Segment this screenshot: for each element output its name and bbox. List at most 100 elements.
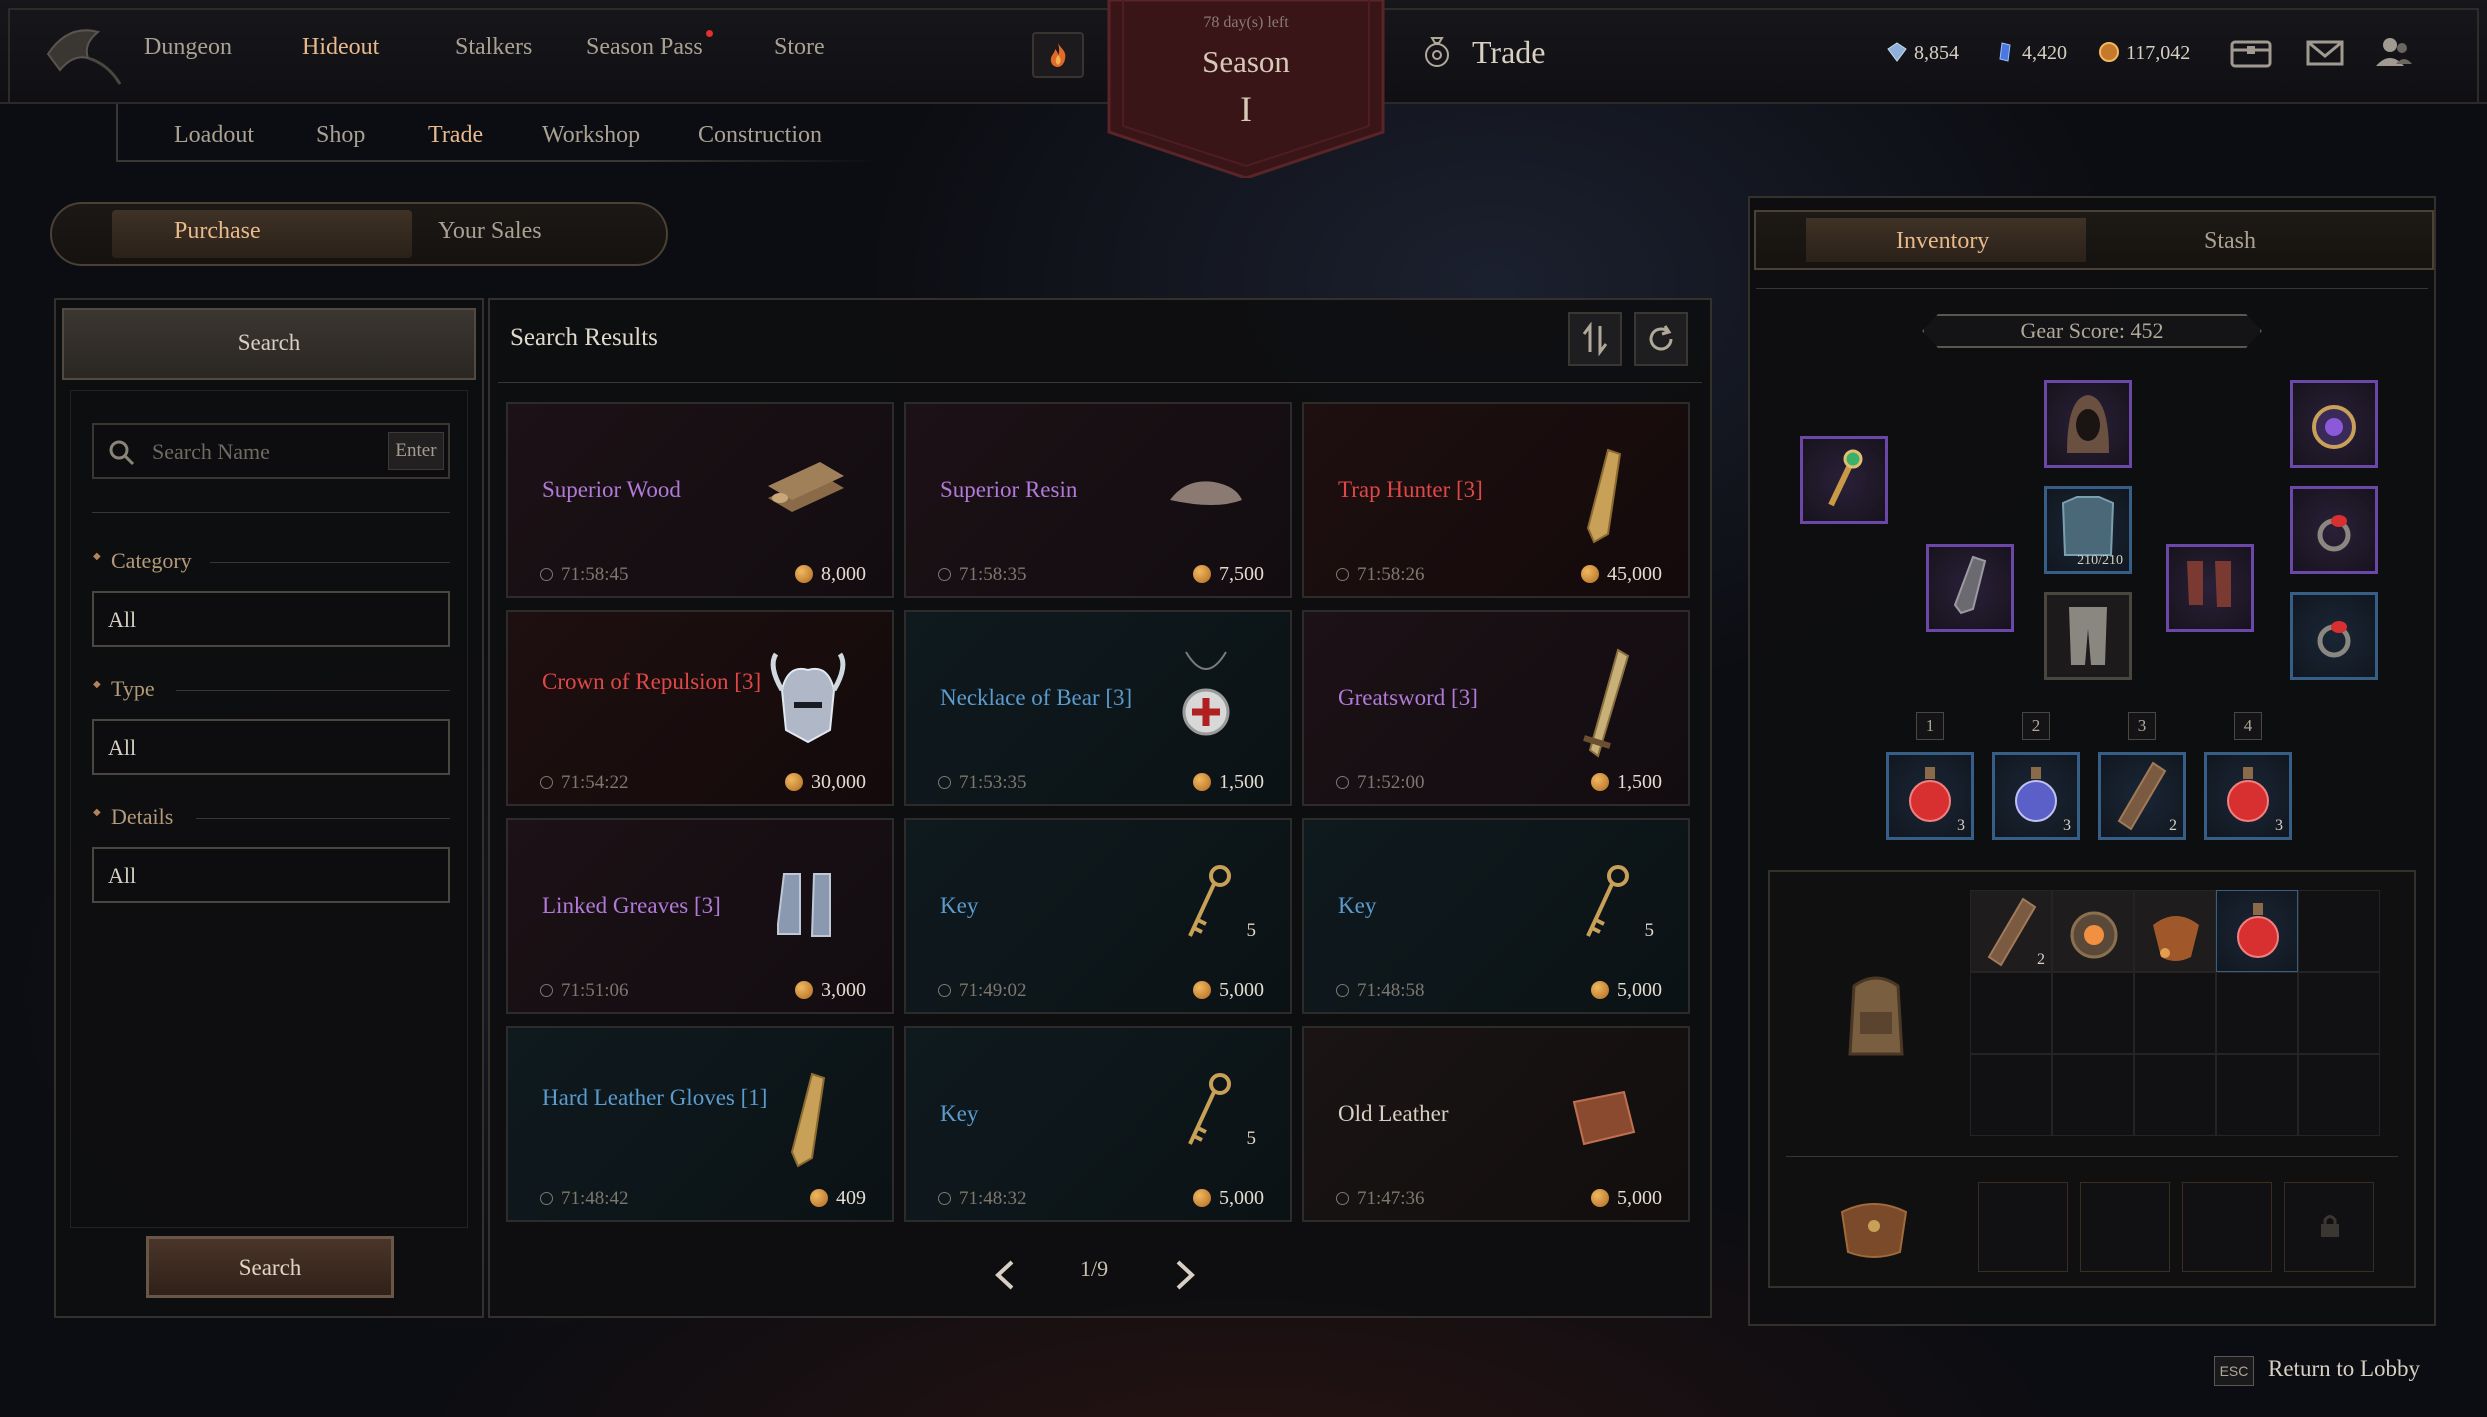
nav-season-pass[interactable]: Season Pass (586, 30, 713, 61)
search-button[interactable]: Search (146, 1236, 394, 1298)
search-tab[interactable]: Search (62, 308, 476, 380)
refresh-button[interactable] (1634, 312, 1688, 366)
bag-slot[interactable]: 2 (1970, 890, 2052, 972)
category-select[interactable]: All (92, 591, 450, 647)
bag-slot[interactable] (2134, 972, 2216, 1054)
result-card[interactable]: Key 5 71:48:58 5,000 (1302, 818, 1690, 1014)
item-price-value: 5,000 (1219, 979, 1264, 1001)
item-price: 5,000 (1591, 979, 1662, 1002)
bag-slot[interactable] (2052, 972, 2134, 1054)
item-time-left: 71:52:00 (1336, 772, 1425, 794)
tab-stash[interactable]: Stash (2204, 228, 2256, 255)
item-quantity: 5 (1644, 920, 1655, 941)
result-card[interactable]: Superior Resin 71:58:35 7,500 (904, 402, 1292, 598)
details-select[interactable]: All (92, 847, 450, 903)
pouch-slot-3[interactable] (2182, 1182, 2272, 1272)
fire-button[interactable] (1032, 32, 1084, 78)
esc-key: ESC (2214, 1356, 2254, 1386)
stash-chest-icon[interactable] (2226, 28, 2276, 78)
quick-slot[interactable]: 3 (2204, 752, 2292, 840)
filter-divider (92, 512, 450, 513)
quick-slot-quantity: 3 (2275, 817, 2283, 834)
prev-page-icon[interactable] (990, 1258, 1020, 1292)
result-card[interactable]: Trap Hunter [3] 71:58:26 45,000 (1302, 402, 1690, 598)
season-number: I (1240, 89, 1252, 129)
subnav-divider (116, 104, 118, 162)
tab-your-sales[interactable]: Your Sales (438, 218, 542, 245)
item-price-value: 1,500 (1219, 771, 1264, 793)
item-price-value: 30,000 (811, 771, 866, 793)
necklace-slot[interactable] (2290, 380, 2378, 468)
bag-slot[interactable] (2134, 1054, 2216, 1136)
boots-slot[interactable] (2166, 544, 2254, 632)
subnav-construction[interactable]: Construction (698, 122, 822, 149)
bag-slot[interactable] (2052, 890, 2134, 972)
result-card[interactable]: Greatsword [3] 71:52:00 1,500 (1302, 610, 1690, 806)
gold-coin-icon (795, 981, 813, 999)
glove-icon (790, 1072, 826, 1168)
quick-slot[interactable]: 3 (1886, 752, 1974, 840)
shard-amount: 8,854 (1914, 42, 1959, 64)
bag-slot[interactable] (2052, 1054, 2134, 1136)
result-card[interactable]: Key 5 71:48:32 5,000 (904, 1026, 1292, 1222)
search-input[interactable]: Search Name Enter (92, 423, 450, 479)
nav-dungeon[interactable]: Dungeon (144, 34, 232, 61)
gear-score: Gear Score: 452 (1922, 314, 2262, 348)
result-card[interactable]: Hard Leather Gloves [1] 71:48:42 409 (506, 1026, 894, 1222)
notification-dot (705, 30, 713, 37)
bag-slot[interactable] (2298, 972, 2380, 1054)
quick-slot[interactable]: 3 (1992, 752, 2080, 840)
result-card[interactable]: Crown of Repulsion [3] 71:54:22 30,000 (506, 610, 894, 806)
item-name: Superior Wood (542, 477, 681, 502)
mail-icon[interactable] (2300, 28, 2350, 78)
sort-button[interactable] (1568, 312, 1622, 366)
quick-slot[interactable]: 2 (2098, 752, 2186, 840)
subnav-loadout[interactable]: Loadout (174, 122, 254, 149)
tab-inventory[interactable]: Inventory (1896, 228, 1989, 255)
nav-stalkers[interactable]: Stalkers (455, 34, 532, 61)
bag-slot[interactable] (2298, 1054, 2380, 1136)
chest-slot[interactable]: 210/210 (2044, 486, 2132, 574)
gold-currency: 117,042 (2099, 42, 2190, 65)
subnav-workshop[interactable]: Workshop (542, 122, 640, 149)
pouch-slot-1[interactable] (1978, 1182, 2068, 1272)
result-card[interactable]: Necklace of Bear [3] 71:53:35 1,500 (904, 610, 1292, 806)
bag-slot[interactable] (2298, 890, 2380, 972)
type-select[interactable]: All (92, 719, 450, 775)
next-page-icon[interactable] (1170, 1258, 1200, 1292)
ring-slot-1[interactable] (2290, 486, 2378, 574)
head-slot[interactable] (2044, 380, 2132, 468)
subnav-shop[interactable]: Shop (316, 122, 365, 149)
item-price: 409 (810, 1187, 866, 1210)
bag-slot[interactable] (2134, 890, 2216, 972)
bag-slot[interactable] (1970, 1054, 2052, 1136)
gold-coin-icon (1591, 1189, 1609, 1207)
legs-slot[interactable] (2044, 592, 2132, 680)
gloves-slot[interactable] (1926, 544, 2014, 632)
pouch-slot-2[interactable] (2080, 1182, 2170, 1272)
quick-slot-quantity: 2 (2169, 817, 2177, 834)
enter-button[interactable]: Enter (388, 432, 444, 470)
return-to-lobby-button[interactable]: Return to Lobby (2268, 1356, 2420, 1382)
nav-store[interactable]: Store (774, 34, 825, 61)
ring-icon (2317, 621, 2351, 658)
result-card[interactable]: Linked Greaves [3] 71:51:06 3,000 (506, 818, 894, 1014)
subnav-trade[interactable]: Trade (428, 122, 483, 149)
bag-slot[interactable] (2216, 890, 2298, 972)
tab-purchase[interactable]: Purchase (174, 218, 261, 245)
friends-icon[interactable] (2368, 28, 2418, 78)
result-card[interactable]: Superior Wood 71:58:45 8,000 (506, 402, 894, 598)
item-price: 45,000 (1581, 563, 1662, 586)
bag-slot[interactable] (1970, 972, 2052, 1054)
item-price-value: 5,000 (1617, 979, 1662, 1001)
bag-slot[interactable] (2216, 972, 2298, 1054)
gold-coin-icon (795, 565, 813, 583)
pouch-icon (1840, 1203, 1908, 1258)
shard-icon (1887, 42, 1907, 62)
result-card[interactable]: Old Leather 71:47:36 5,000 (1302, 1026, 1690, 1222)
nav-hideout[interactable]: Hideout (302, 34, 379, 61)
bag-slot[interactable] (2216, 1054, 2298, 1136)
ring-slot-2[interactable] (2290, 592, 2378, 680)
result-card[interactable]: Key 5 71:49:02 5,000 (904, 818, 1292, 1014)
weapon-slot[interactable] (1800, 436, 1888, 524)
